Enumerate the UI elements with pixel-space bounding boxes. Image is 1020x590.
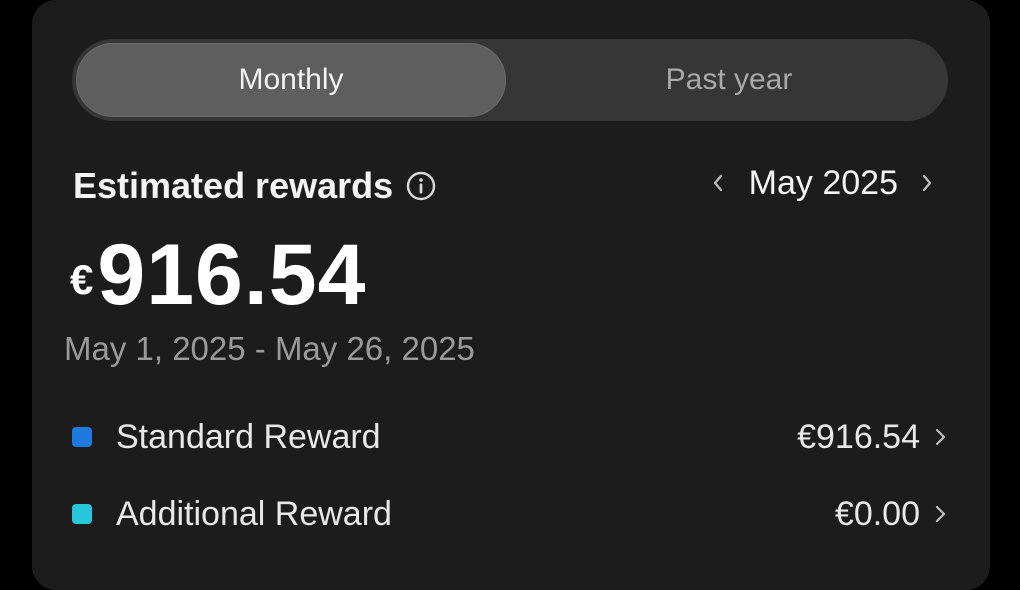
additional-reward-swatch [72,504,92,524]
chevron-right-icon [930,422,950,452]
chevron-right-icon[interactable] [914,168,940,198]
info-icon[interactable] [405,170,437,202]
reward-value: €916.54 [797,417,920,456]
currency-symbol: € [70,256,94,303]
rewards-title: Estimated rewards [73,165,394,206]
tab-past-year[interactable]: Past year [514,43,944,117]
reward-value: €0.00 [834,494,920,533]
selected-month: May 2025 [748,163,898,202]
reward-row-standard[interactable]: Standard Reward €916.54 [70,409,950,465]
reward-label: Standard Reward [116,417,381,456]
standard-reward-swatch [72,427,92,447]
period-segmented-control: Monthly Past year [72,39,948,121]
chevron-left-icon[interactable] [705,168,731,198]
estimated-amount: € 916.54 [70,222,366,318]
month-selector: May 2025 [705,160,940,206]
amount-value: 916.54 [97,227,367,323]
date-range: May 1, 2025 - May 26, 2025 [64,330,475,367]
reward-label: Additional Reward [116,494,392,533]
rewards-header: Estimated rewards [73,160,437,212]
chevron-right-icon [930,499,950,529]
tab-monthly[interactable]: Monthly [76,43,506,117]
reward-row-additional[interactable]: Additional Reward €0.00 [70,486,950,542]
